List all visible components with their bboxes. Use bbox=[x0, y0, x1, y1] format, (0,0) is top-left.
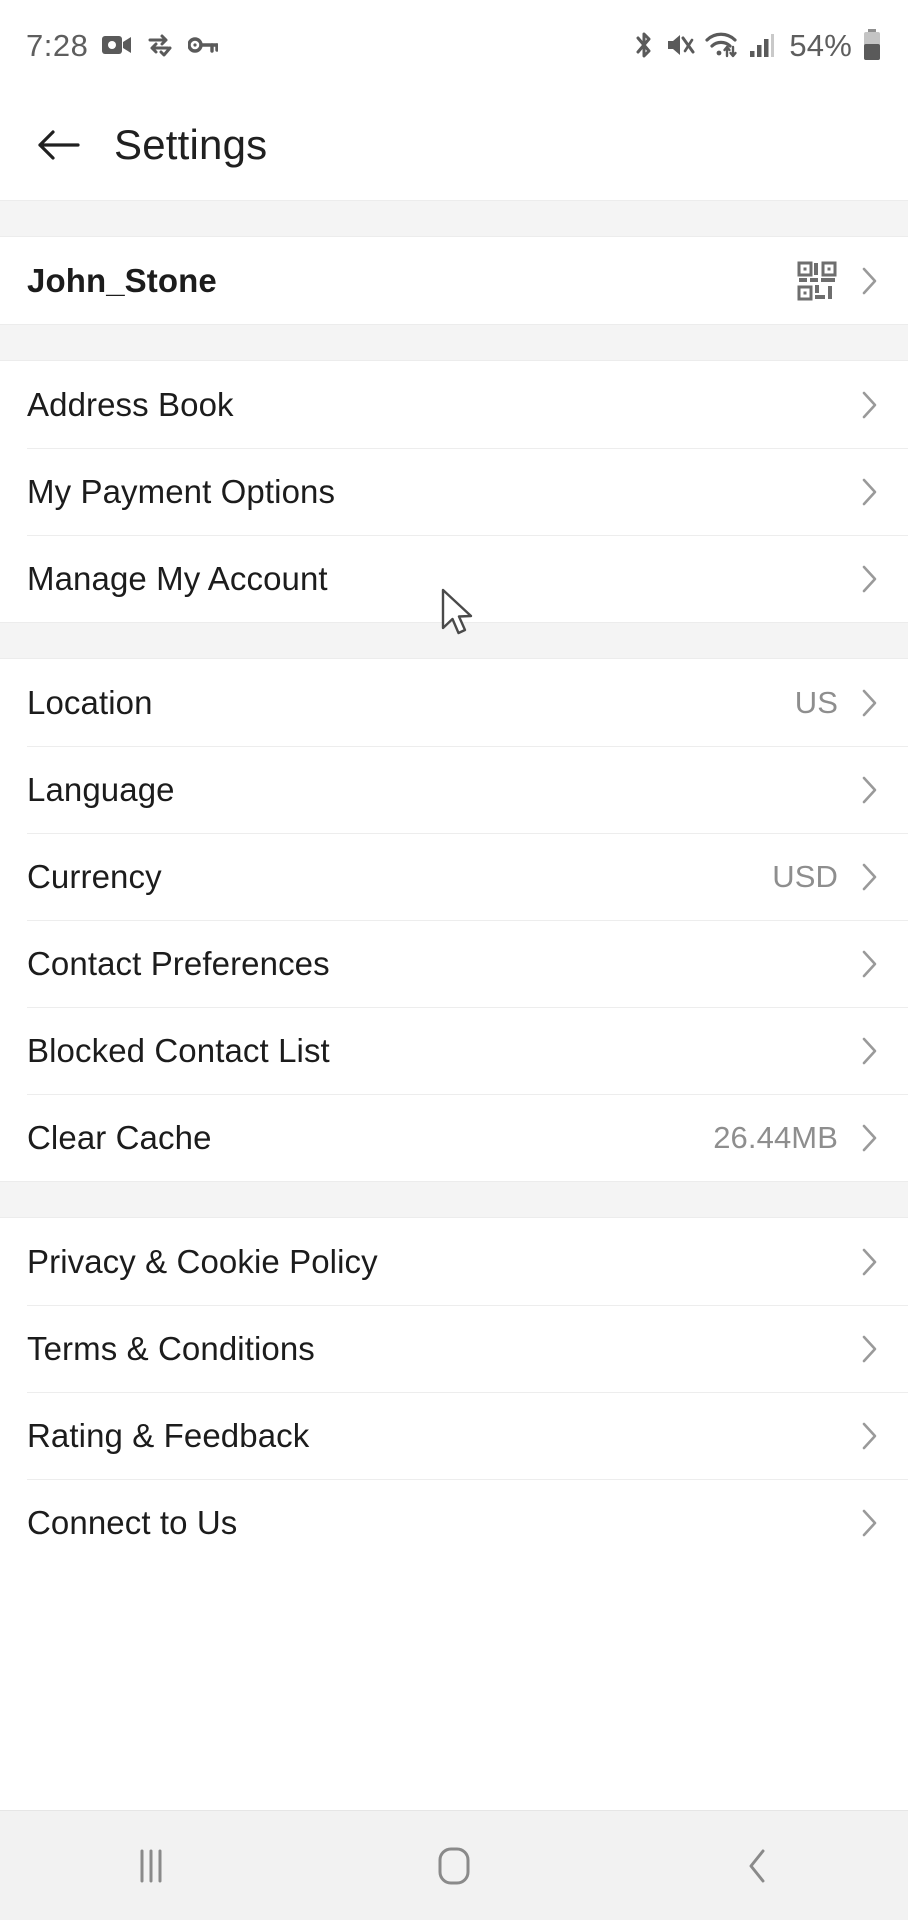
row-label: Rating & Feedback bbox=[27, 1416, 310, 1454]
wifi-icon bbox=[705, 31, 739, 59]
row-label: Address Book bbox=[27, 385, 234, 423]
battery-icon bbox=[862, 29, 882, 61]
vpn-key-icon bbox=[188, 36, 219, 54]
row-manage-my-account[interactable]: Manage My Account bbox=[0, 535, 908, 622]
row-label: Privacy & Cookie Policy bbox=[27, 1242, 378, 1280]
group-separator-top bbox=[0, 200, 908, 237]
status-bar-left: 7:28 bbox=[26, 27, 219, 63]
group-separator-2 bbox=[0, 622, 908, 659]
username-label: John_Stone bbox=[27, 261, 217, 299]
chevron-right-icon bbox=[856, 391, 882, 418]
row-right bbox=[838, 1422, 882, 1449]
chevron-right-icon bbox=[856, 267, 882, 294]
row-right bbox=[838, 776, 882, 803]
row-label: Terms & Conditions bbox=[27, 1329, 315, 1367]
back-icon[interactable] bbox=[687, 1811, 827, 1920]
preferences-group: Location US Language Currency USD Contac… bbox=[0, 659, 908, 1181]
row-account-username[interactable]: John_Stone bbox=[0, 237, 908, 324]
row-currency[interactable]: Currency USD bbox=[0, 833, 908, 920]
home-icon[interactable] bbox=[384, 1811, 524, 1920]
chevron-right-icon bbox=[856, 1509, 882, 1536]
status-bar: 7:28 54% bbox=[0, 0, 908, 90]
row-label: Language bbox=[27, 770, 175, 808]
row-contact-preferences[interactable]: Contact Preferences bbox=[0, 920, 908, 1007]
row-privacy-cookie-policy[interactable]: Privacy & Cookie Policy bbox=[0, 1218, 908, 1305]
chevron-right-icon bbox=[856, 950, 882, 977]
legal-group: Privacy & Cookie Policy Terms & Conditio… bbox=[0, 1218, 908, 1566]
battery-percent-label: 54% bbox=[789, 27, 852, 63]
row-value: US bbox=[794, 684, 838, 720]
row-rating-feedback[interactable]: Rating & Feedback bbox=[0, 1392, 908, 1479]
status-time: 7:28 bbox=[26, 27, 89, 63]
row-terms-conditions[interactable]: Terms & Conditions bbox=[0, 1305, 908, 1392]
group-separator-1 bbox=[0, 324, 908, 361]
settings-screen: 7:28 54% Settings John_Stone Address Boo… bbox=[0, 0, 908, 1920]
row-right bbox=[838, 1248, 882, 1275]
chevron-right-icon bbox=[856, 565, 882, 592]
row-label: Currency bbox=[27, 857, 162, 895]
row-right bbox=[838, 1037, 882, 1064]
row-right bbox=[838, 1335, 882, 1362]
chevron-right-icon bbox=[856, 689, 882, 716]
row-location[interactable]: Location US bbox=[0, 659, 908, 746]
account-group: Address Book My Payment Options Manage M… bbox=[0, 361, 908, 622]
qr-code-icon[interactable] bbox=[796, 260, 838, 302]
back-arrow-icon[interactable] bbox=[30, 117, 86, 173]
row-label: Contact Preferences bbox=[27, 944, 330, 982]
row-right bbox=[838, 950, 882, 977]
row-value: 26.44MB bbox=[713, 1119, 838, 1155]
status-bar-right: 54% bbox=[633, 29, 882, 61]
row-connect-to-us[interactable]: Connect to Us bbox=[0, 1479, 908, 1566]
row-label: Clear Cache bbox=[27, 1118, 212, 1156]
row-clear-cache[interactable]: Clear Cache 26.44MB bbox=[0, 1094, 908, 1181]
row-blocked-contact-list[interactable]: Blocked Contact List bbox=[0, 1007, 908, 1094]
row-label: Connect to Us bbox=[27, 1503, 238, 1541]
row-address-book[interactable]: Address Book bbox=[0, 361, 908, 448]
page-title: Settings bbox=[114, 121, 268, 168]
row-right: USD bbox=[772, 859, 882, 895]
data-sync-check-icon bbox=[146, 33, 174, 57]
row-label: Manage My Account bbox=[27, 559, 328, 597]
row-label: Blocked Contact List bbox=[27, 1031, 330, 1069]
recents-icon[interactable] bbox=[81, 1811, 221, 1920]
android-navigation-bar bbox=[0, 1810, 908, 1920]
bluetooth-icon bbox=[633, 30, 655, 60]
row-right bbox=[838, 1509, 882, 1536]
row-right bbox=[838, 478, 882, 505]
group-separator-3 bbox=[0, 1181, 908, 1218]
row-right: US bbox=[795, 685, 882, 721]
video-camera-icon bbox=[102, 34, 132, 56]
chevron-right-icon bbox=[856, 863, 882, 890]
row-right bbox=[838, 565, 882, 592]
profile-group: John_Stone bbox=[0, 237, 908, 324]
volume-mute-icon bbox=[665, 32, 695, 58]
row-my-payment-options[interactable]: My Payment Options bbox=[0, 448, 908, 535]
chevron-right-icon bbox=[856, 1248, 882, 1275]
row-label: My Payment Options bbox=[27, 472, 336, 510]
chevron-right-icon bbox=[856, 776, 882, 803]
row-right bbox=[838, 391, 882, 418]
cellular-signal-icon bbox=[749, 32, 775, 58]
chevron-right-icon bbox=[856, 1037, 882, 1064]
row-label: Location bbox=[27, 683, 153, 721]
row-account-right bbox=[796, 260, 882, 302]
row-right: 26.44MB bbox=[713, 1120, 882, 1156]
row-language[interactable]: Language bbox=[0, 746, 908, 833]
app-bar: Settings bbox=[0, 90, 908, 200]
chevron-right-icon bbox=[856, 1422, 882, 1449]
chevron-right-icon bbox=[856, 478, 882, 505]
settings-list: John_Stone Address Book My Payment Optio… bbox=[0, 200, 908, 1810]
chevron-right-icon bbox=[856, 1335, 882, 1362]
row-value: USD bbox=[772, 858, 838, 894]
chevron-right-icon bbox=[856, 1124, 882, 1151]
